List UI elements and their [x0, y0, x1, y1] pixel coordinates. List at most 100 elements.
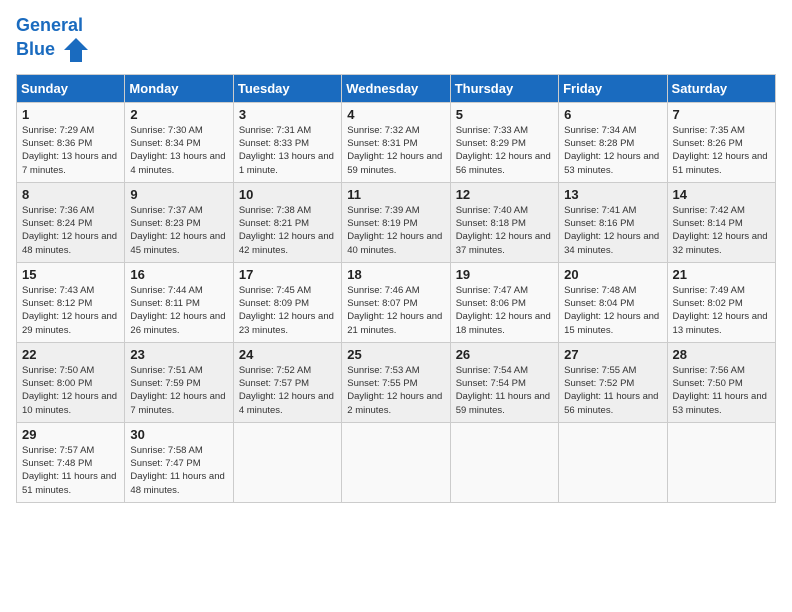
calendar-cell: 1 Sunrise: 7:29 AMSunset: 8:36 PMDayligh… — [17, 102, 125, 182]
day-number: 30 — [130, 427, 227, 442]
calendar-table: SundayMondayTuesdayWednesdayThursdayFrid… — [16, 74, 776, 503]
header: General Blue — [16, 16, 776, 64]
day-detail: Sunrise: 7:54 AMSunset: 7:54 PMDaylight:… — [456, 365, 550, 416]
day-number: 17 — [239, 267, 336, 282]
day-detail: Sunrise: 7:57 AMSunset: 7:48 PMDaylight:… — [22, 445, 116, 496]
calendar-cell: 18 Sunrise: 7:46 AMSunset: 8:07 PMDaylig… — [342, 262, 450, 342]
calendar-cell — [667, 422, 775, 502]
col-header-wednesday: Wednesday — [342, 74, 450, 102]
day-detail: Sunrise: 7:46 AMSunset: 8:07 PMDaylight:… — [347, 285, 442, 336]
day-detail: Sunrise: 7:49 AMSunset: 8:02 PMDaylight:… — [673, 285, 768, 336]
day-detail: Sunrise: 7:41 AMSunset: 8:16 PMDaylight:… — [564, 205, 659, 256]
col-header-monday: Monday — [125, 74, 233, 102]
day-number: 28 — [673, 347, 770, 362]
day-detail: Sunrise: 7:50 AMSunset: 8:00 PMDaylight:… — [22, 365, 117, 416]
day-number: 24 — [239, 347, 336, 362]
col-header-tuesday: Tuesday — [233, 74, 341, 102]
logo-text-blue: Blue — [16, 39, 55, 59]
day-number: 4 — [347, 107, 444, 122]
calendar-cell: 24 Sunrise: 7:52 AMSunset: 7:57 PMDaylig… — [233, 342, 341, 422]
day-detail: Sunrise: 7:38 AMSunset: 8:21 PMDaylight:… — [239, 205, 334, 256]
day-detail: Sunrise: 7:42 AMSunset: 8:14 PMDaylight:… — [673, 205, 768, 256]
calendar-cell: 9 Sunrise: 7:37 AMSunset: 8:23 PMDayligh… — [125, 182, 233, 262]
calendar-cell — [342, 422, 450, 502]
day-number: 26 — [456, 347, 553, 362]
day-number: 20 — [564, 267, 661, 282]
day-number: 29 — [22, 427, 119, 442]
day-detail: Sunrise: 7:35 AMSunset: 8:26 PMDaylight:… — [673, 125, 768, 176]
day-detail: Sunrise: 7:36 AMSunset: 8:24 PMDaylight:… — [22, 205, 117, 256]
logo-icon — [62, 36, 90, 64]
day-number: 6 — [564, 107, 661, 122]
day-number: 11 — [347, 187, 444, 202]
calendar-cell: 6 Sunrise: 7:34 AMSunset: 8:28 PMDayligh… — [559, 102, 667, 182]
day-number: 9 — [130, 187, 227, 202]
day-number: 5 — [456, 107, 553, 122]
day-number: 1 — [22, 107, 119, 122]
day-detail: Sunrise: 7:55 AMSunset: 7:52 PMDaylight:… — [564, 365, 658, 416]
col-header-thursday: Thursday — [450, 74, 558, 102]
day-detail: Sunrise: 7:52 AMSunset: 7:57 PMDaylight:… — [239, 365, 334, 416]
day-detail: Sunrise: 7:43 AMSunset: 8:12 PMDaylight:… — [22, 285, 117, 336]
calendar-cell: 27 Sunrise: 7:55 AMSunset: 7:52 PMDaylig… — [559, 342, 667, 422]
calendar-cell: 10 Sunrise: 7:38 AMSunset: 8:21 PMDaylig… — [233, 182, 341, 262]
calendar-cell: 13 Sunrise: 7:41 AMSunset: 8:16 PMDaylig… — [559, 182, 667, 262]
day-detail: Sunrise: 7:48 AMSunset: 8:04 PMDaylight:… — [564, 285, 659, 336]
calendar-cell: 8 Sunrise: 7:36 AMSunset: 8:24 PMDayligh… — [17, 182, 125, 262]
calendar-cell: 2 Sunrise: 7:30 AMSunset: 8:34 PMDayligh… — [125, 102, 233, 182]
day-number: 27 — [564, 347, 661, 362]
calendar-cell: 15 Sunrise: 7:43 AMSunset: 8:12 PMDaylig… — [17, 262, 125, 342]
logo: General Blue — [16, 16, 90, 64]
calendar-cell: 26 Sunrise: 7:54 AMSunset: 7:54 PMDaylig… — [450, 342, 558, 422]
day-number: 14 — [673, 187, 770, 202]
calendar-cell: 23 Sunrise: 7:51 AMSunset: 7:59 PMDaylig… — [125, 342, 233, 422]
day-detail: Sunrise: 7:58 AMSunset: 7:47 PMDaylight:… — [130, 445, 224, 496]
day-number: 10 — [239, 187, 336, 202]
calendar-cell: 3 Sunrise: 7:31 AMSunset: 8:33 PMDayligh… — [233, 102, 341, 182]
logo-text-general: General — [16, 15, 83, 35]
col-header-sunday: Sunday — [17, 74, 125, 102]
day-number: 2 — [130, 107, 227, 122]
day-detail: Sunrise: 7:30 AMSunset: 8:34 PMDaylight:… — [130, 125, 225, 176]
day-detail: Sunrise: 7:51 AMSunset: 7:59 PMDaylight:… — [130, 365, 225, 416]
calendar-cell: 22 Sunrise: 7:50 AMSunset: 8:00 PMDaylig… — [17, 342, 125, 422]
day-number: 18 — [347, 267, 444, 282]
day-detail: Sunrise: 7:29 AMSunset: 8:36 PMDaylight:… — [22, 125, 117, 176]
day-number: 21 — [673, 267, 770, 282]
calendar-cell — [233, 422, 341, 502]
calendar-cell: 21 Sunrise: 7:49 AMSunset: 8:02 PMDaylig… — [667, 262, 775, 342]
calendar-cell: 16 Sunrise: 7:44 AMSunset: 8:11 PMDaylig… — [125, 262, 233, 342]
day-detail: Sunrise: 7:45 AMSunset: 8:09 PMDaylight:… — [239, 285, 334, 336]
col-header-saturday: Saturday — [667, 74, 775, 102]
calendar-cell: 30 Sunrise: 7:58 AMSunset: 7:47 PMDaylig… — [125, 422, 233, 502]
day-detail: Sunrise: 7:34 AMSunset: 8:28 PMDaylight:… — [564, 125, 659, 176]
day-number: 22 — [22, 347, 119, 362]
calendar-cell — [450, 422, 558, 502]
day-number: 19 — [456, 267, 553, 282]
day-number: 25 — [347, 347, 444, 362]
day-detail: Sunrise: 7:33 AMSunset: 8:29 PMDaylight:… — [456, 125, 551, 176]
day-detail: Sunrise: 7:31 AMSunset: 8:33 PMDaylight:… — [239, 125, 334, 176]
day-detail: Sunrise: 7:47 AMSunset: 8:06 PMDaylight:… — [456, 285, 551, 336]
day-detail: Sunrise: 7:53 AMSunset: 7:55 PMDaylight:… — [347, 365, 442, 416]
day-number: 8 — [22, 187, 119, 202]
day-number: 13 — [564, 187, 661, 202]
day-number: 12 — [456, 187, 553, 202]
day-detail: Sunrise: 7:37 AMSunset: 8:23 PMDaylight:… — [130, 205, 225, 256]
day-detail: Sunrise: 7:56 AMSunset: 7:50 PMDaylight:… — [673, 365, 767, 416]
calendar-cell: 29 Sunrise: 7:57 AMSunset: 7:48 PMDaylig… — [17, 422, 125, 502]
day-detail: Sunrise: 7:32 AMSunset: 8:31 PMDaylight:… — [347, 125, 442, 176]
calendar-cell: 17 Sunrise: 7:45 AMSunset: 8:09 PMDaylig… — [233, 262, 341, 342]
day-number: 15 — [22, 267, 119, 282]
calendar-cell: 14 Sunrise: 7:42 AMSunset: 8:14 PMDaylig… — [667, 182, 775, 262]
col-header-friday: Friday — [559, 74, 667, 102]
calendar-cell: 25 Sunrise: 7:53 AMSunset: 7:55 PMDaylig… — [342, 342, 450, 422]
calendar-cell — [559, 422, 667, 502]
calendar-cell: 12 Sunrise: 7:40 AMSunset: 8:18 PMDaylig… — [450, 182, 558, 262]
calendar-cell: 4 Sunrise: 7:32 AMSunset: 8:31 PMDayligh… — [342, 102, 450, 182]
day-detail: Sunrise: 7:40 AMSunset: 8:18 PMDaylight:… — [456, 205, 551, 256]
calendar-cell: 5 Sunrise: 7:33 AMSunset: 8:29 PMDayligh… — [450, 102, 558, 182]
day-detail: Sunrise: 7:44 AMSunset: 8:11 PMDaylight:… — [130, 285, 225, 336]
calendar-cell: 19 Sunrise: 7:47 AMSunset: 8:06 PMDaylig… — [450, 262, 558, 342]
day-number: 23 — [130, 347, 227, 362]
